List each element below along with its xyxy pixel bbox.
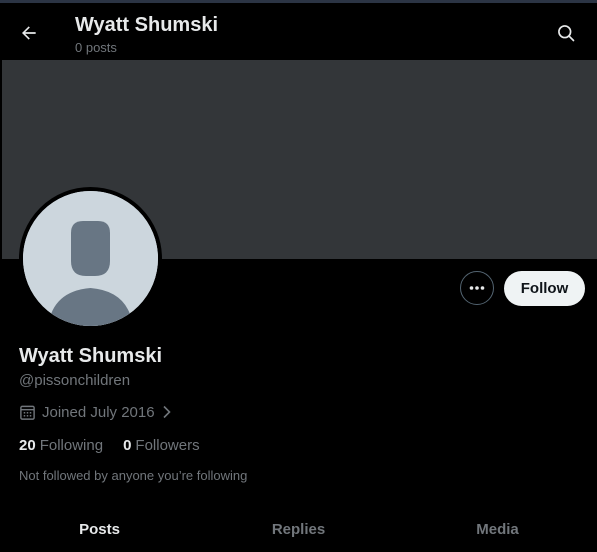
tab-posts[interactable]: Posts	[0, 506, 199, 552]
joined-date[interactable]: Joined July 2016	[19, 403, 173, 421]
search-button[interactable]	[549, 16, 583, 50]
tab-media[interactable]: Media	[398, 506, 597, 552]
avatar[interactable]	[19, 187, 162, 330]
joined-label: Joined July 2016	[42, 403, 155, 421]
following-label: Following	[39, 437, 104, 454]
tab-replies[interactable]: Replies	[199, 506, 398, 552]
follow-button[interactable]: Follow	[504, 271, 585, 306]
display-name: Wyatt Shumski	[19, 345, 162, 367]
not-followed-notice: Not followed by anyone you’re following	[19, 468, 248, 483]
chevron-right-icon	[163, 405, 171, 419]
default-avatar-icon	[23, 191, 158, 326]
followers-link[interactable]: 0 Followers	[123, 437, 200, 454]
header-title: Wyatt Shumski	[75, 14, 218, 36]
followers-label: Followers	[135, 437, 200, 454]
search-icon	[558, 25, 575, 42]
follow-stats: 20 Following 0 Followers	[19, 437, 200, 454]
user-handle: @pissonchildren	[19, 372, 131, 389]
followers-count: 0	[123, 437, 132, 454]
more-horizontal-icon	[469, 286, 485, 290]
following-link[interactable]: 20 Following	[19, 437, 103, 454]
calendar-icon	[20, 405, 35, 420]
post-count: 0 posts	[75, 40, 117, 55]
profile-tabs: Posts Replies Media	[0, 506, 597, 552]
more-options-button[interactable]	[460, 271, 494, 305]
back-button[interactable]	[12, 16, 46, 50]
following-count: 20	[19, 437, 36, 454]
arrow-left-icon	[22, 26, 36, 40]
profile-header: Wyatt Shumski 0 posts	[0, 3, 597, 60]
